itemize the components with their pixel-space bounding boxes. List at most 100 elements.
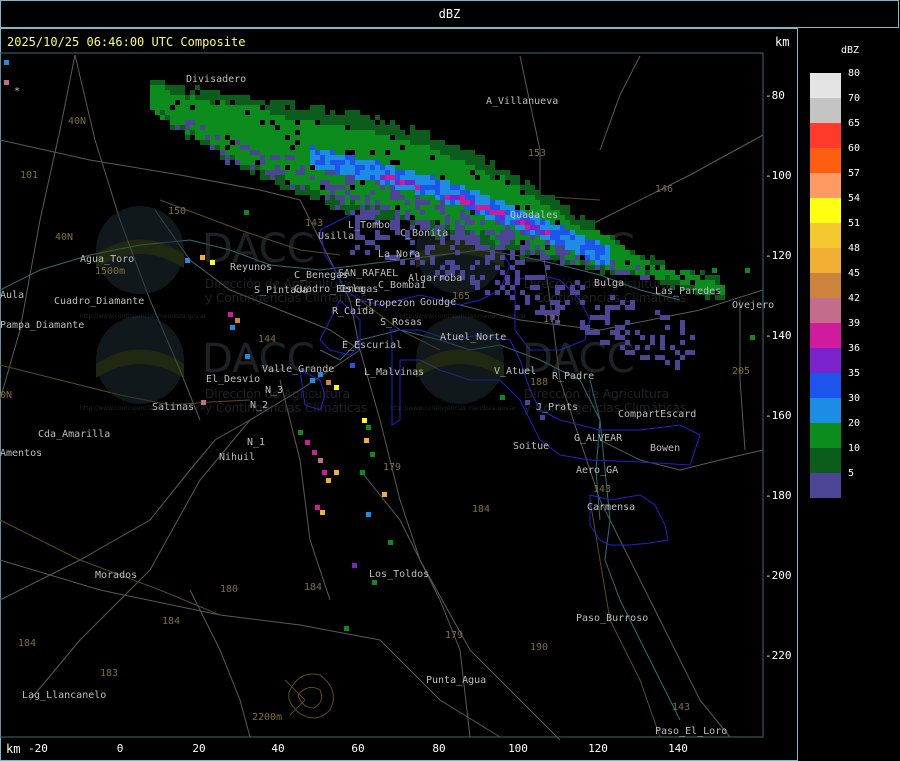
place-label: Los_Toldos bbox=[369, 569, 429, 580]
legend-level-label: 65 bbox=[848, 118, 861, 129]
place-label: Nihuil bbox=[219, 452, 255, 463]
legend-level-label: 60 bbox=[848, 143, 861, 154]
legend-level-label: 57 bbox=[848, 168, 861, 179]
legend-swatch bbox=[810, 223, 841, 248]
svg-text:143: 143 bbox=[305, 218, 323, 229]
legend-level-label: 54 bbox=[848, 193, 861, 204]
place-label: S_Rosas bbox=[380, 317, 422, 328]
place-label: G_ALVEAR bbox=[574, 433, 623, 444]
place-label: N_3 bbox=[265, 385, 283, 396]
x-tick-label: 40 bbox=[271, 742, 285, 755]
place-label: Bulga bbox=[594, 278, 624, 289]
svg-text:1500m: 1500m bbox=[95, 266, 125, 277]
legend-level-label: 45 bbox=[848, 268, 861, 279]
legend-swatch bbox=[810, 373, 841, 398]
place-label: El_Desvio bbox=[206, 374, 260, 385]
svg-text:183: 183 bbox=[100, 668, 118, 679]
legend-swatch bbox=[810, 273, 841, 298]
svg-text:101: 101 bbox=[20, 170, 38, 181]
svg-text:205: 205 bbox=[732, 366, 750, 377]
place-label: L_Tombo bbox=[348, 220, 390, 231]
place-label: Paso_El_Loro bbox=[655, 726, 727, 737]
place-label: Salinas bbox=[152, 402, 194, 413]
place-label: L_Malvinas bbox=[364, 367, 424, 378]
x-tick-label: 100 bbox=[508, 742, 528, 755]
svg-text:171: 171 bbox=[543, 314, 561, 325]
legend-swatch bbox=[810, 123, 841, 148]
place-label: V_Atuel bbox=[494, 366, 536, 377]
place-label: J_Prats bbox=[536, 402, 578, 413]
legend-level-label: 5 bbox=[848, 468, 855, 479]
watermark-line2-2: y Contingencias Climáticas bbox=[205, 401, 367, 415]
legend-swatch bbox=[810, 398, 841, 423]
legend-swatch bbox=[810, 298, 841, 323]
legend-level-label: 39 bbox=[848, 318, 861, 329]
legend-level-label: 42 bbox=[848, 293, 861, 304]
place-label: Cuadro_Diamante bbox=[54, 296, 144, 307]
place-label: Paso_Burroso bbox=[576, 613, 648, 624]
place-label: N_2 bbox=[250, 400, 268, 411]
radar-map[interactable]: DACC Dirección de Agricultura y Continge… bbox=[0, 0, 900, 761]
star-marker: * bbox=[14, 86, 20, 97]
place-label: SAN_RAFAEL bbox=[338, 268, 398, 279]
svg-text:184: 184 bbox=[18, 638, 36, 649]
place-label: Amentos bbox=[0, 448, 42, 459]
watermark-line1-4: Dirección de Agricultura bbox=[524, 387, 669, 401]
legend-swatch bbox=[810, 348, 841, 373]
legend-swatch bbox=[810, 423, 841, 448]
legend-level-label: 51 bbox=[848, 218, 861, 229]
svg-text:153: 153 bbox=[528, 148, 546, 159]
svg-text:180: 180 bbox=[220, 584, 238, 595]
legend-level-label: 70 bbox=[848, 93, 861, 104]
svg-text:143: 143 bbox=[593, 484, 611, 495]
svg-text:188: 188 bbox=[530, 377, 548, 388]
place-label: Bowen bbox=[650, 443, 680, 454]
place-label: R_Caida bbox=[332, 306, 374, 317]
x-tick-label: 20 bbox=[192, 742, 206, 755]
y-tick-label: -200 bbox=[765, 569, 792, 582]
legend-level-label: 30 bbox=[848, 393, 861, 404]
x-tick-label: 0 bbox=[116, 742, 124, 755]
legend-swatch bbox=[810, 98, 841, 123]
svg-text:184: 184 bbox=[472, 504, 490, 515]
x-tick-label: 80 bbox=[432, 742, 446, 755]
place-label: E_Escurial bbox=[342, 340, 402, 351]
y-tick-label: -140 bbox=[765, 329, 792, 342]
place-label: Soitue bbox=[513, 441, 549, 452]
y-tick-label: -100 bbox=[765, 169, 792, 182]
place-label: Goudge bbox=[420, 297, 456, 308]
place-label: Atuel_Norte bbox=[440, 332, 506, 343]
place-label: Las_Paredes bbox=[655, 286, 721, 297]
place-label: Quadales bbox=[510, 210, 558, 221]
place-label: La_Nora bbox=[378, 249, 420, 260]
y-tick-label: -120 bbox=[765, 249, 792, 262]
place-label: Punta_Agua bbox=[426, 675, 486, 686]
x-tick-label: 60 bbox=[351, 742, 365, 755]
legend-swatch bbox=[810, 473, 841, 498]
legend-swatch bbox=[810, 248, 841, 273]
place-label: Ovejero bbox=[732, 300, 774, 311]
svg-text:40N: 40N bbox=[55, 232, 73, 243]
svg-text:165: 165 bbox=[452, 291, 470, 302]
svg-text:144: 144 bbox=[258, 334, 276, 345]
svg-text:190: 190 bbox=[530, 642, 548, 653]
legend-level-label: 80 bbox=[848, 68, 861, 79]
place-label: Pampa_Diamante bbox=[0, 320, 84, 331]
svg-text:184: 184 bbox=[304, 582, 322, 593]
y-tick-label: -180 bbox=[765, 489, 792, 502]
svg-text:0N: 0N bbox=[0, 390, 12, 401]
svg-text:179: 179 bbox=[383, 462, 401, 473]
x-tick-label: 120 bbox=[588, 742, 608, 755]
svg-text:184: 184 bbox=[162, 616, 180, 627]
legend-level-label: 10 bbox=[848, 443, 861, 454]
legend-title: dBZ bbox=[841, 45, 860, 56]
y-axis-unit: km bbox=[775, 35, 790, 49]
x-axis-unit: km bbox=[6, 742, 21, 756]
svg-text:146: 146 bbox=[655, 184, 673, 195]
legend-level-label: 36 bbox=[848, 343, 861, 354]
legend-swatch bbox=[810, 148, 841, 173]
legend-swatch bbox=[810, 198, 841, 223]
place-label: C_Bombai bbox=[378, 280, 426, 291]
legend-swatch bbox=[810, 448, 841, 473]
place-label: Carmensa bbox=[587, 502, 635, 513]
